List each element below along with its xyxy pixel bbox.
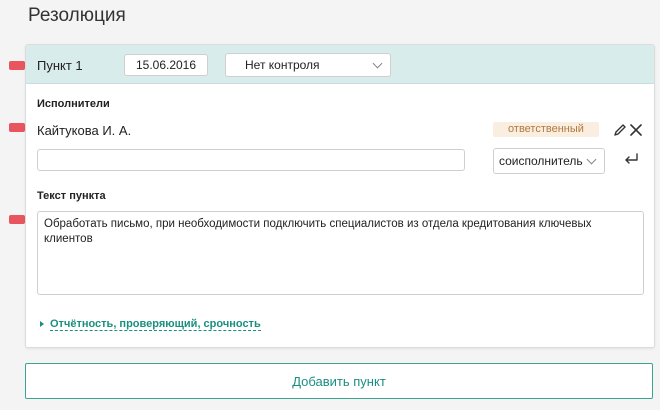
marker-item [9,61,30,70]
control-select[interactable]: Нет контроля [225,53,391,77]
triangle-right-icon [40,321,44,327]
coexecutor-input[interactable] [37,149,465,171]
role-select-value: соисполнитель [499,154,583,168]
date-field[interactable]: 15.06.2016 [124,54,208,76]
marker-executor [9,123,30,132]
chevron-down-icon [586,154,597,165]
more-options-link[interactable]: Отчётность, проверяющий, срочность [50,318,261,331]
executor-name: Кайтукова И. А. [37,123,132,138]
item-header: Пункт 1 15.06.2016 Нет контроля [26,45,654,84]
chevron-down-icon [372,58,383,69]
item-label: Пункт 1 [37,58,83,73]
role-select[interactable]: соисполнитель [493,148,605,174]
page-title: Резолюция [28,5,126,26]
add-item-button[interactable]: Добавить пункт [25,363,653,399]
item-text-label: Текст пункта [37,190,106,202]
resolution-item-card: Пункт 1 15.06.2016 Нет контроля Исполнит… [25,44,655,348]
control-select-value: Нет контроля [245,58,320,72]
marker-text [9,215,30,224]
executors-label: Исполнители [37,98,110,110]
enter-icon[interactable] [623,152,639,166]
item-text-area[interactable]: Обработать письмо, при необходимости под… [37,211,644,295]
responsible-badge: ответственный [493,122,599,137]
close-icon[interactable] [629,123,643,137]
pencil-icon[interactable] [613,123,627,137]
